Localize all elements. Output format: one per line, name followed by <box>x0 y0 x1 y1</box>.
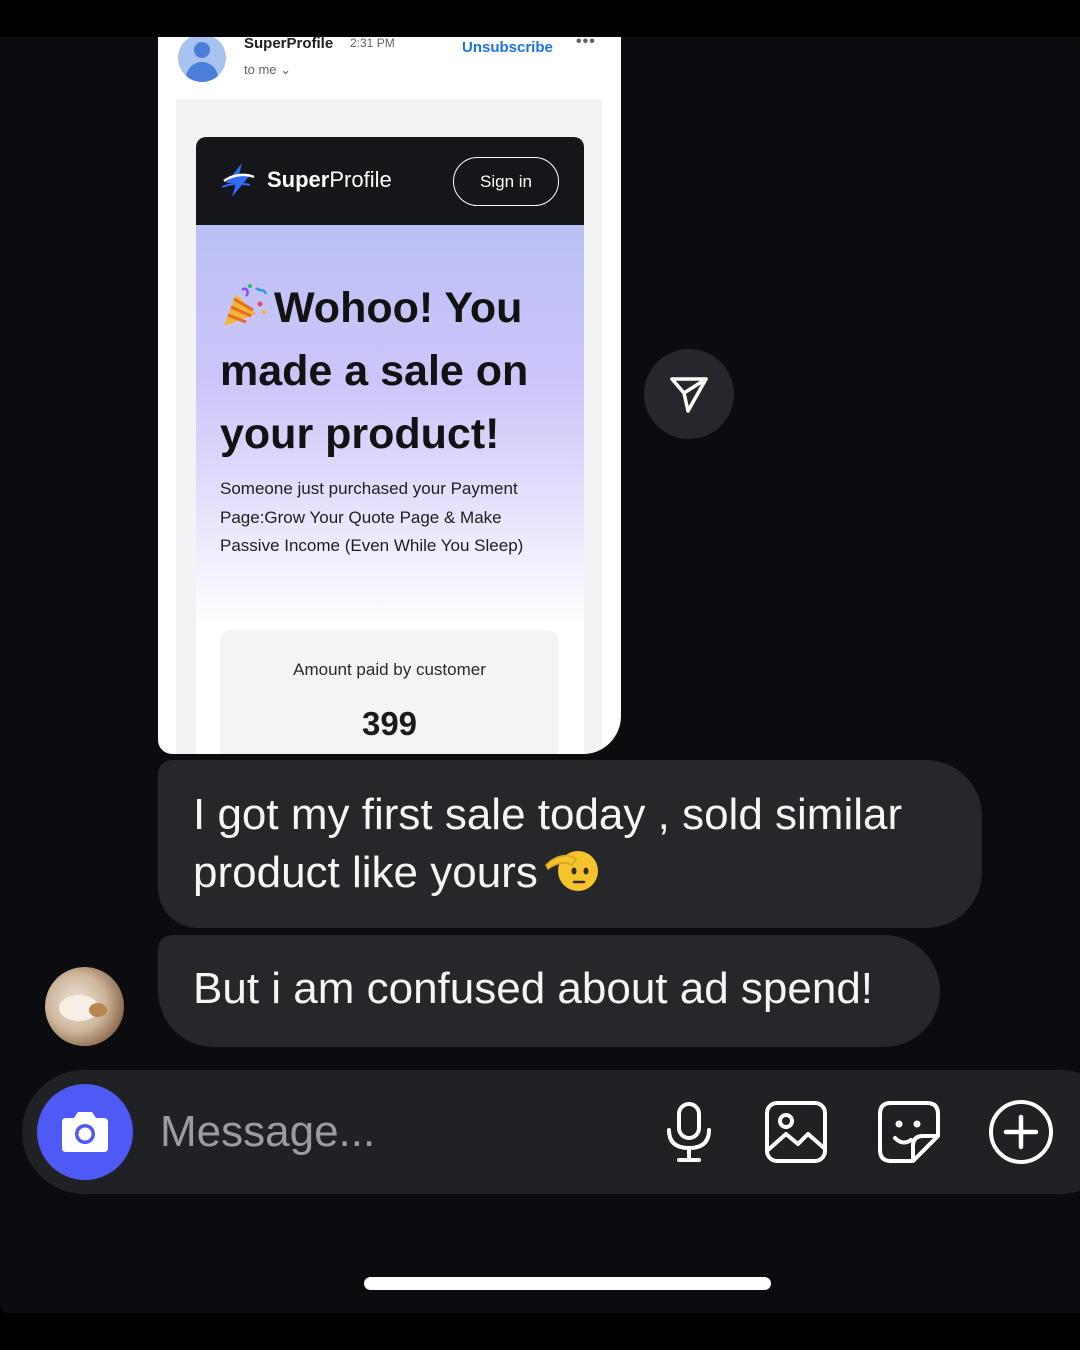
superprofile-logo-icon <box>221 163 255 197</box>
email-description: Someone just purchased your Payment Page… <box>220 479 524 555</box>
chat-screen: SuperProfile 2:31 PM to me ⌄ Unsubscribe… <box>0 37 1080 1313</box>
email-recipient: to me ⌄ <box>244 62 292 77</box>
gallery-icon[interactable] <box>763 1099 829 1165</box>
party-popper-icon <box>224 284 268 326</box>
message-bubble[interactable]: I got my first sale today , sold similar… <box>158 760 982 928</box>
send-icon <box>670 377 708 413</box>
email-topbar: SuperProfile Sign in <box>196 137 584 225</box>
plus-icon[interactable] <box>988 1099 1054 1165</box>
amount-label: Amount paid by customer <box>293 660 486 679</box>
home-indicator[interactable] <box>364 1277 771 1290</box>
share-button[interactable] <box>644 349 734 439</box>
amount-value: 399 <box>361 705 418 742</box>
message-input[interactable] <box>160 1100 620 1164</box>
message-bubble[interactable]: But i am confused about ad spend! <box>158 935 940 1047</box>
unsubscribe-link: Unsubscribe <box>462 39 553 56</box>
more-icon: ••• <box>576 37 596 50</box>
amount-box: Amount paid by customer 399 <box>220 630 559 754</box>
email-time: 2:31 PM <box>350 37 395 50</box>
sticker-icon[interactable] <box>876 1099 942 1165</box>
sender-avatar-icon <box>178 37 226 82</box>
contact-avatar[interactable] <box>45 967 124 1046</box>
email-header: SuperProfile 2:31 PM to me ⌄ Unsubscribe… <box>158 37 621 99</box>
email-sender: SuperProfile <box>244 37 334 52</box>
email-headline: Wohoo! You made a sale on your product! <box>220 284 529 458</box>
shared-email-screenshot[interactable]: SuperProfile 2:31 PM to me ⌄ Unsubscribe… <box>158 37 621 754</box>
saluting-face-icon <box>544 851 598 891</box>
camera-button[interactable] <box>37 1084 133 1180</box>
sign-in-button: Sign in <box>453 157 559 206</box>
camera-icon <box>62 1112 108 1152</box>
email-hero: Wohoo! You made a sale on your product! … <box>196 225 584 625</box>
superprofile-brand: SuperProfile <box>267 167 392 192</box>
superprofile-email-card: SuperProfile Sign in Wohoo! You made a s… <box>196 137 584 754</box>
email-body: SuperProfile Sign in Wohoo! You made a s… <box>176 99 602 754</box>
microphone-icon[interactable] <box>656 1099 722 1165</box>
message-text: But i am confused about ad spend! <box>193 964 874 1013</box>
